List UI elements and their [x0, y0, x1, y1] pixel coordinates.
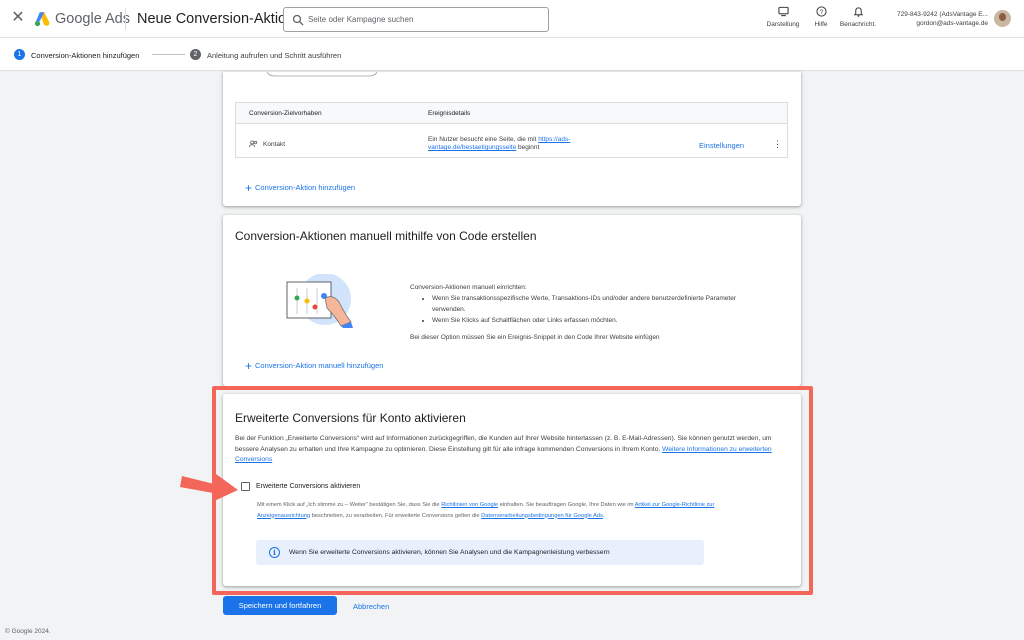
consent-text-1: Mit einem Klick auf „Ich stimme zu – Wei…	[257, 502, 442, 508]
conversion-goals-card: Conversion-Zielvorhaben Ereignisdetails …	[223, 72, 801, 206]
manual-code-title: Conversion-Aktionen manuell mithilfe von…	[235, 229, 537, 243]
enhanced-conversions-checkbox-label[interactable]: Erweiterte Conversions aktivieren	[256, 483, 360, 490]
svg-text:?: ?	[819, 9, 823, 16]
settings-link[interactable]: Einstellungen	[699, 141, 744, 150]
close-icon[interactable]: ✕	[10, 10, 26, 26]
manual-code-card: Conversion-Aktionen manuell mithilfe von…	[223, 215, 801, 386]
step-2-label[interactable]: Anleitung aufrufen und Schritt ausführen	[207, 51, 341, 60]
step-1-number: 1	[14, 49, 25, 60]
brand-name: Google Ads	[55, 11, 130, 27]
search-input[interactable]: Seite oder Kampagne suchen	[283, 7, 549, 32]
step-connector	[152, 54, 185, 55]
code-illustration-icon	[286, 274, 353, 328]
column-header-event: Ereignisdetails	[428, 110, 471, 117]
list-item: Wenn Sie transaktionsspezifische Werte, …	[432, 293, 770, 315]
help-label: Hilfe	[814, 21, 828, 28]
google-ads-logo	[34, 12, 50, 27]
pointer-arrow-icon	[180, 474, 238, 502]
event-suffix: beginnt	[516, 144, 540, 151]
plus-icon: +	[245, 181, 253, 195]
top-bar: ✕ Google Ads Neue Conversion-Aktion Seit…	[0, 0, 1024, 38]
save-and-continue-button[interactable]: Speichern und fortfahren	[223, 596, 337, 615]
footer-copyright: © Google 2024.	[5, 628, 51, 635]
account-info[interactable]: 729-843-9242 (AdsVantage E... gordon@ads…	[886, 10, 988, 28]
notifications-button[interactable]: Benachricht.	[838, 6, 878, 32]
more-vert-icon[interactable]: ⋮	[773, 140, 782, 149]
illustration-fragment	[267, 72, 377, 77]
google-policies-link[interactable]: Richtlinien von Google	[441, 502, 498, 508]
column-header-goal: Conversion-Zielvorhaben	[249, 110, 322, 117]
info-banner-text: Wenn Sie erweiterte Conversions aktivier…	[289, 549, 610, 556]
plus-icon: +	[245, 359, 253, 373]
add-manual-conversion-link[interactable]: + Conversion-Aktion manuell hinzufügen	[245, 359, 383, 373]
appearance-button[interactable]: Darstellung	[764, 6, 802, 32]
event-details: Ein Nutzer besucht eine Seite, die mit h…	[428, 136, 588, 152]
manual-code-description: Conversion-Aktionen manuell einrichten: …	[410, 282, 770, 343]
event-prefix: Ein Nutzer besucht eine Seite, die mit	[428, 136, 539, 143]
enhanced-conversions-checkbox[interactable]	[241, 482, 250, 491]
enhanced-conversions-description: Bei der Funktion „Erweiterte Conversions…	[235, 434, 790, 466]
help-icon: ?	[815, 6, 827, 17]
account-email: gordon@ads-vantage.de	[916, 20, 988, 27]
people-icon	[249, 140, 258, 148]
search-placeholder: Seite oder Kampagne suchen	[308, 15, 414, 24]
data-processing-terms-link[interactable]: Datenverarbeitungsbedingungen für Google…	[481, 513, 603, 519]
account-id: 729-843-9242 (AdsVantage E...	[897, 11, 988, 18]
enhanced-conversions-title: Erweiterte Conversions für Konto aktivie…	[235, 411, 466, 425]
manual-code-bullets: Wenn Sie transaktionsspezifische Werte, …	[432, 293, 770, 326]
manual-code-intro: Conversion-Aktionen manuell einrichten:	[410, 284, 527, 291]
info-banner: i Wenn Sie erweiterte Conversions aktivi…	[256, 540, 704, 565]
step-2-number: 2	[190, 49, 201, 60]
consent-text-2: einhalten. Sie beauftragen Google, Ihre …	[498, 502, 635, 508]
bell-icon	[853, 7, 863, 17]
consent-text: Mit einem Klick auf „Ich stimme zu – Wei…	[257, 500, 737, 521]
cancel-button[interactable]: Abbrechen	[353, 602, 389, 611]
appearance-icon	[777, 6, 789, 17]
add-conversion-action-link[interactable]: + Conversion-Aktion hinzufügen	[245, 181, 355, 195]
page-title: Neue Conversion-Aktion	[137, 11, 295, 27]
notifications-label: Benachricht.	[839, 21, 877, 28]
enhanced-conversions-card: Erweiterte Conversions für Konto aktivie…	[223, 394, 801, 586]
avatar[interactable]	[994, 10, 1011, 27]
list-item: Wenn Sie Klicks auf Schaltflächen oder L…	[432, 315, 770, 326]
goals-table: Conversion-Zielvorhaben Ereignisdetails …	[235, 102, 788, 158]
consent-text-3: beschrieben, zu verarbeiten. Für erweite…	[310, 512, 482, 519]
appearance-label: Darstellung	[766, 21, 800, 28]
info-icon: i	[269, 547, 280, 558]
stepper: 1 Conversion-Aktionen hinzufügen 2 Anlei…	[0, 38, 1024, 71]
manual-code-note: Bei dieser Option müssen Sie ein Ereigni…	[410, 334, 660, 341]
consent-text-4: .	[602, 512, 605, 519]
help-button[interactable]: ? Hilfe	[810, 6, 832, 32]
header-divider	[125, 8, 126, 30]
add-conversion-action-label: Conversion-Aktion hinzufügen	[255, 183, 356, 192]
search-icon	[292, 14, 304, 26]
table-header: Conversion-Zielvorhaben Ereignisdetails	[236, 103, 787, 124]
add-manual-conversion-label: Conversion-Aktion manuell hinzufügen	[255, 361, 384, 370]
step-1-label[interactable]: Conversion-Aktionen hinzufügen	[31, 51, 139, 60]
goal-name: Kontakt	[263, 141, 286, 148]
